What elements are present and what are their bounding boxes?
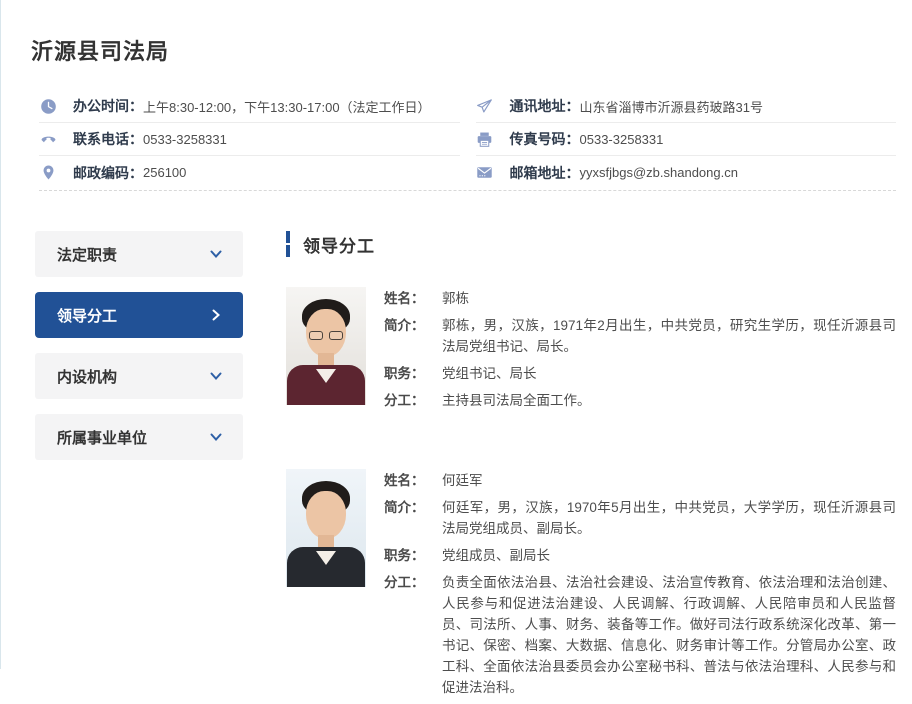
field-label: 简介：: [384, 315, 442, 357]
field-label: 职务：: [384, 363, 442, 384]
leader-position: 党组书记、局长: [442, 363, 896, 384]
contact-label: 通讯地址：: [510, 96, 580, 116]
detail-row-duty: 分工： 主持县司法局全面工作。: [384, 390, 896, 411]
contact-row-address: 通讯地址： 山东省淄博市沂源县药玻路31号: [476, 90, 897, 123]
sidebar-item-legal-duties[interactable]: 法定职责: [35, 231, 243, 277]
field-label: 姓名：: [384, 470, 442, 491]
clock-icon: [39, 97, 57, 115]
contact-row-postcode: 邮政编码： 256100: [39, 156, 460, 189]
fax-icon: [476, 130, 494, 148]
chevron-down-icon: [209, 430, 223, 444]
sidebar-item-affiliated-units[interactable]: 所属事业单位: [35, 414, 243, 460]
contact-value: 山东省淄博市沂源县药玻路31号: [580, 97, 763, 116]
field-label: 简介：: [384, 497, 442, 539]
phone-icon: [39, 130, 57, 148]
contact-value: yyxsfjbgs@zb.shandong.cn: [580, 165, 738, 180]
sidebar-item-label: 法定职责: [57, 244, 117, 265]
leader-name: 何廷军: [442, 470, 896, 491]
contact-label: 办公时间：: [73, 96, 143, 116]
detail-row-position: 职务： 党组书记、局长: [384, 363, 896, 384]
contact-value: 0533-3258331: [143, 132, 227, 147]
detail-row-position: 职务： 党组成员、副局长: [384, 545, 896, 566]
detail-row-name: 姓名： 何廷军: [384, 470, 896, 491]
sidebar-item-leadership[interactable]: 领导分工: [35, 292, 243, 338]
contact-row-fax: 传真号码： 0533-3258331: [476, 123, 897, 156]
content-area: 法定职责 领导分工 内设机构 所属事业单位: [31, 231, 896, 704]
leader-detail: 姓名： 郭栋 简介： 郭栋，男，汉族，1971年2月出生，中共党员，研究生学历，…: [384, 287, 896, 417]
leader-position: 党组成员、副局长: [442, 545, 896, 566]
chevron-down-icon: [209, 369, 223, 383]
sidebar-item-label: 所属事业单位: [57, 427, 147, 448]
leader-photo: [286, 469, 366, 587]
mail-icon: [476, 164, 494, 182]
location-pin-icon: [39, 164, 57, 182]
leader-intro: 郭栋，男，汉族，1971年2月出生，中共党员，研究生学历，现任沂源县司法局党组书…: [442, 315, 896, 357]
field-label: 分工：: [384, 390, 442, 411]
send-icon: [476, 97, 494, 115]
contact-value: 0533-3258331: [580, 132, 664, 147]
contact-col-left: 办公时间： 上午8:30-12:00，下午13:30-17:00（法定工作日） …: [39, 90, 460, 189]
contact-label: 邮政编码：: [73, 163, 143, 183]
chevron-right-icon: [209, 308, 223, 322]
leader-intro: 何廷军，男，汉族，1970年5月出生，中共党员，大学学历，现任沂源县司法局党组成…: [442, 497, 896, 539]
sidebar-item-internal-orgs[interactable]: 内设机构: [35, 353, 243, 399]
leader-duty: 负责全面依法治县、法治社会建设、法治宣传教育、依法治理和法治创建、人民参与和促进…: [442, 572, 896, 698]
detail-row-duty: 分工： 负责全面依法治县、法治社会建设、法治宣传教育、依法治理和法治创建、人民参…: [384, 572, 896, 698]
contact-row-office-hours: 办公时间： 上午8:30-12:00，下午13:30-17:00（法定工作日）: [39, 90, 460, 123]
page-title: 沂源县司法局: [31, 0, 896, 66]
page: 沂源县司法局 办公时间： 上午8:30-12:00，下午13:30-17:00（…: [1, 0, 912, 704]
field-label: 分工：: [384, 572, 442, 698]
contact-value: 上午8:30-12:00，下午13:30-17:00（法定工作日）: [143, 97, 431, 116]
sidebar-item-label: 领导分工: [57, 305, 117, 326]
contact-row-phone: 联系电话： 0533-3258331: [39, 123, 460, 156]
field-label: 职务：: [384, 545, 442, 566]
leader-card: 姓名： 郭栋 简介： 郭栋，男，汉族，1971年2月出生，中共党员，研究生学历，…: [286, 287, 896, 417]
leader-name: 郭栋: [442, 288, 896, 309]
contact-info-panel: 办公时间： 上午8:30-12:00，下午13:30-17:00（法定工作日） …: [39, 90, 896, 191]
section-title: 领导分工: [303, 232, 375, 257]
detail-row-intro: 简介： 何廷军，男，汉族，1970年5月出生，中共党员，大学学历，现任沂源县司法…: [384, 497, 896, 539]
contact-row-email: 邮箱地址： yyxsfjbgs@zb.shandong.cn: [476, 156, 897, 189]
contact-col-right: 通讯地址： 山东省淄博市沂源县药玻路31号 传真号码： 0533-3258331…: [476, 90, 897, 189]
main-panel: 领导分工 姓名： 郭栋 简介： 郭栋，男，汉族，1971年2月出生，中共党员，研…: [286, 231, 896, 704]
sidebar-nav: 法定职责 领导分工 内设机构 所属事业单位: [35, 231, 243, 704]
leader-photo: [286, 287, 366, 405]
chevron-down-icon: [209, 247, 223, 261]
leader-duty: 主持县司法局全面工作。: [442, 390, 896, 411]
sidebar-item-label: 内设机构: [57, 366, 117, 387]
contact-label: 联系电话：: [73, 129, 143, 149]
contact-value: 256100: [143, 165, 186, 180]
contact-label: 传真号码：: [510, 129, 580, 149]
field-label: 姓名：: [384, 288, 442, 309]
detail-row-name: 姓名： 郭栋: [384, 288, 896, 309]
detail-row-intro: 简介： 郭栋，男，汉族，1971年2月出生，中共党员，研究生学历，现任沂源县司法…: [384, 315, 896, 357]
section-marker-icon: [286, 231, 290, 257]
contact-label: 邮箱地址：: [510, 163, 580, 183]
section-header: 领导分工: [286, 231, 896, 257]
